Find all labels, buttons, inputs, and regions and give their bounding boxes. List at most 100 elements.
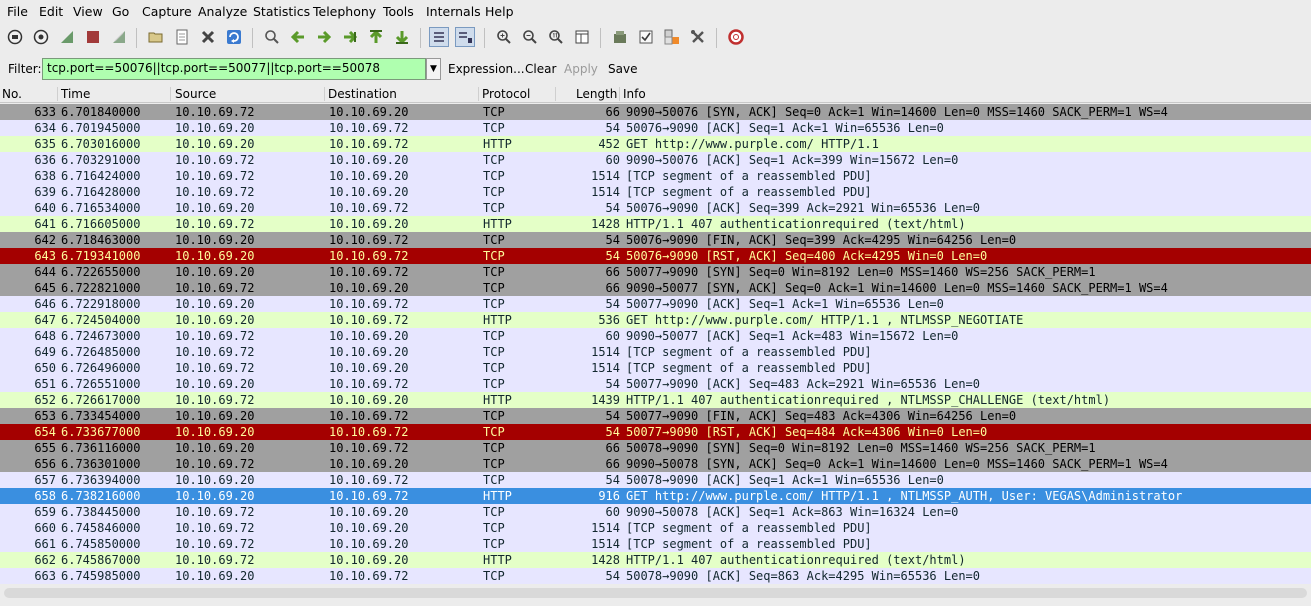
- help-icon[interactable]: [726, 27, 746, 47]
- save-button[interactable]: Save: [608, 62, 637, 76]
- packet-info: [TCP segment of a reassembled PDU]: [626, 169, 872, 183]
- packet-row[interactable]: 654 6.733677000 10.10.69.20 10.10.69.72 TCP 5…: [0, 424, 1311, 440]
- menu-tools[interactable]: Tools: [383, 4, 414, 19]
- go-first-icon[interactable]: [366, 27, 386, 47]
- packet-length: 536: [598, 313, 620, 327]
- packet-source: 10.10.69.72: [175, 553, 255, 567]
- packet-row[interactable]: 663 6.745985000 10.10.69.20 10.10.69.72 TCP 5…: [0, 568, 1311, 584]
- packet-row[interactable]: 662 6.745867000 10.10.69.72 10.10.69.20 HTTP…: [0, 552, 1311, 568]
- menu-capture[interactable]: Capture: [142, 4, 192, 19]
- packet-row[interactable]: 652 6.726617000 10.10.69.72 10.10.69.20 HTTP…: [0, 392, 1311, 408]
- packet-row[interactable]: 644 6.722655000 10.10.69.20 10.10.69.72 TCP 6…: [0, 264, 1311, 280]
- capture-filters-icon[interactable]: [610, 27, 630, 47]
- packet-row[interactable]: 645 6.722821000 10.10.69.72 10.10.69.20 TCP 6…: [0, 280, 1311, 296]
- menu-statistics[interactable]: Statistics: [253, 4, 310, 19]
- coloring-rules-icon[interactable]: [662, 27, 682, 47]
- options-icon[interactable]: [31, 27, 51, 47]
- column-header-time[interactable]: Time: [61, 87, 90, 101]
- display-filters-icon[interactable]: [636, 27, 656, 47]
- packet-row[interactable]: 635 6.703016000 10.10.69.20 10.10.69.72 HTTP…: [0, 136, 1311, 152]
- column-header-destination[interactable]: Destination: [328, 87, 397, 101]
- packet-row[interactable]: 658 6.738216000 10.10.69.20 10.10.69.72 HTTP…: [0, 488, 1311, 504]
- packet-protocol: TCP: [483, 473, 505, 487]
- menu-go[interactable]: Go: [112, 4, 129, 19]
- packet-row[interactable]: 657 6.736394000 10.10.69.20 10.10.69.72 TCP 5…: [0, 472, 1311, 488]
- menu-analyze[interactable]: Analyze: [198, 4, 247, 19]
- packet-row[interactable]: 656 6.736301000 10.10.69.72 10.10.69.20 TCP 6…: [0, 456, 1311, 472]
- filter-history-dropdown[interactable]: ▼: [426, 58, 441, 80]
- menu-telephony[interactable]: Telephony: [313, 4, 376, 19]
- resize-columns-icon[interactable]: [572, 27, 592, 47]
- reload-icon[interactable]: [224, 27, 244, 47]
- packet-row[interactable]: 655 6.736116000 10.10.69.20 10.10.69.72 TCP 6…: [0, 440, 1311, 456]
- expression-button[interactable]: Expression...: [448, 62, 525, 76]
- close-file-icon[interactable]: [198, 27, 218, 47]
- packet-row[interactable]: 633 6.701840000 10.10.69.72 10.10.69.20 TCP 6…: [0, 104, 1311, 120]
- packet-row[interactable]: 648 6.724673000 10.10.69.72 10.10.69.20 TCP 6…: [0, 328, 1311, 344]
- preferences-icon[interactable]: [688, 27, 708, 47]
- packet-row[interactable]: 634 6.701945000 10.10.69.20 10.10.69.72 TCP 5…: [0, 120, 1311, 136]
- stop-capture-icon[interactable]: [83, 27, 103, 47]
- zoom-out-icon[interactable]: [520, 27, 540, 47]
- packet-length: 60: [605, 505, 620, 519]
- column-header-source[interactable]: Source: [175, 87, 216, 101]
- packet-row[interactable]: 649 6.726485000 10.10.69.72 10.10.69.20 TCP 1…: [0, 344, 1311, 360]
- packet-row[interactable]: 660 6.745846000 10.10.69.72 10.10.69.20 TCP 1…: [0, 520, 1311, 536]
- packet-row[interactable]: 639 6.716428000 10.10.69.72 10.10.69.20 TCP 1…: [0, 184, 1311, 200]
- packet-row[interactable]: 640 6.716534000 10.10.69.20 10.10.69.72 TCP 5…: [0, 200, 1311, 216]
- packet-row[interactable]: 636 6.703291000 10.10.69.72 10.10.69.20 TCP 6…: [0, 152, 1311, 168]
- packet-length: 1514: [591, 185, 620, 199]
- packet-row[interactable]: 650 6.726496000 10.10.69.72 10.10.69.20 TCP 1…: [0, 360, 1311, 376]
- menu-file[interactable]: File: [7, 4, 28, 19]
- horizontal-scrollbar[interactable]: [4, 588, 1307, 598]
- packet-protocol: TCP: [483, 537, 505, 551]
- packet-row[interactable]: 643 6.719341000 10.10.69.20 10.10.69.72 TCP 5…: [0, 248, 1311, 264]
- go-back-icon[interactable]: [288, 27, 308, 47]
- menu-help[interactable]: Help: [485, 4, 514, 19]
- packet-protocol: TCP: [483, 345, 505, 359]
- restart-capture-icon[interactable]: [109, 27, 129, 47]
- save-file-icon[interactable]: [172, 27, 192, 47]
- menu-edit[interactable]: Edit: [39, 4, 63, 19]
- packet-info: 9090→50077 [ACK] Seq=1 Ack=483 Win=15672…: [626, 329, 959, 343]
- clear-button[interactable]: Clear: [525, 62, 556, 76]
- packet-time: 6.736301000: [61, 457, 141, 471]
- go-to-packet-icon[interactable]: [340, 27, 360, 47]
- display-filter-input[interactable]: tcp.port==50076||tcp.port==50077||tcp.po…: [42, 58, 426, 80]
- packet-row[interactable]: 661 6.745850000 10.10.69.72 10.10.69.20 TCP 1…: [0, 536, 1311, 552]
- packet-destination: 10.10.69.20: [329, 537, 409, 551]
- packet-row[interactable]: 651 6.726551000 10.10.69.20 10.10.69.72 TCP 5…: [0, 376, 1311, 392]
- autoscroll-icon[interactable]: [455, 27, 475, 47]
- packet-row[interactable]: 647 6.724504000 10.10.69.20 10.10.69.72 HTTP…: [0, 312, 1311, 328]
- packet-row[interactable]: 638 6.716424000 10.10.69.72 10.10.69.20 TCP 1…: [0, 168, 1311, 184]
- start-capture-icon[interactable]: [57, 27, 77, 47]
- column-header-length[interactable]: Length: [576, 87, 617, 101]
- interfaces-icon[interactable]: [5, 27, 25, 47]
- packet-row[interactable]: 653 6.733454000 10.10.69.20 10.10.69.72 TCP 5…: [0, 408, 1311, 424]
- menu-internals[interactable]: Internals: [426, 4, 481, 19]
- open-file-icon[interactable]: [146, 27, 166, 47]
- packet-row[interactable]: 659 6.738445000 10.10.69.72 10.10.69.20 TCP 6…: [0, 504, 1311, 520]
- packet-number: 662: [34, 553, 56, 567]
- zoom-in-icon[interactable]: [494, 27, 514, 47]
- packet-row[interactable]: 642 6.718463000 10.10.69.20 10.10.69.72 TCP 5…: [0, 232, 1311, 248]
- packet-number: 644: [34, 265, 56, 279]
- main-toolbar: [0, 22, 1311, 54]
- column-header-protocol[interactable]: Protocol: [482, 87, 530, 101]
- apply-button[interactable]: Apply: [564, 62, 598, 76]
- packet-protocol: HTTP: [483, 313, 512, 327]
- normal-size-icon[interactable]: [546, 27, 566, 47]
- column-header-info[interactable]: Info: [623, 87, 646, 101]
- packet-protocol: HTTP: [483, 489, 512, 503]
- packet-row[interactable]: 641 6.716605000 10.10.69.72 10.10.69.20 HTTP…: [0, 216, 1311, 232]
- column-header-no[interactable]: No.: [2, 87, 22, 101]
- go-forward-icon[interactable]: [314, 27, 334, 47]
- find-packet-icon[interactable]: [262, 27, 282, 47]
- packet-row[interactable]: 646 6.722918000 10.10.69.20 10.10.69.72 TCP 5…: [0, 296, 1311, 312]
- menu-view[interactable]: View: [73, 4, 103, 19]
- packet-protocol: TCP: [483, 457, 505, 471]
- colorize-icon[interactable]: [429, 27, 449, 47]
- packet-source: 10.10.69.72: [175, 329, 255, 343]
- go-last-icon[interactable]: [392, 27, 412, 47]
- packet-destination: 10.10.69.20: [329, 281, 409, 295]
